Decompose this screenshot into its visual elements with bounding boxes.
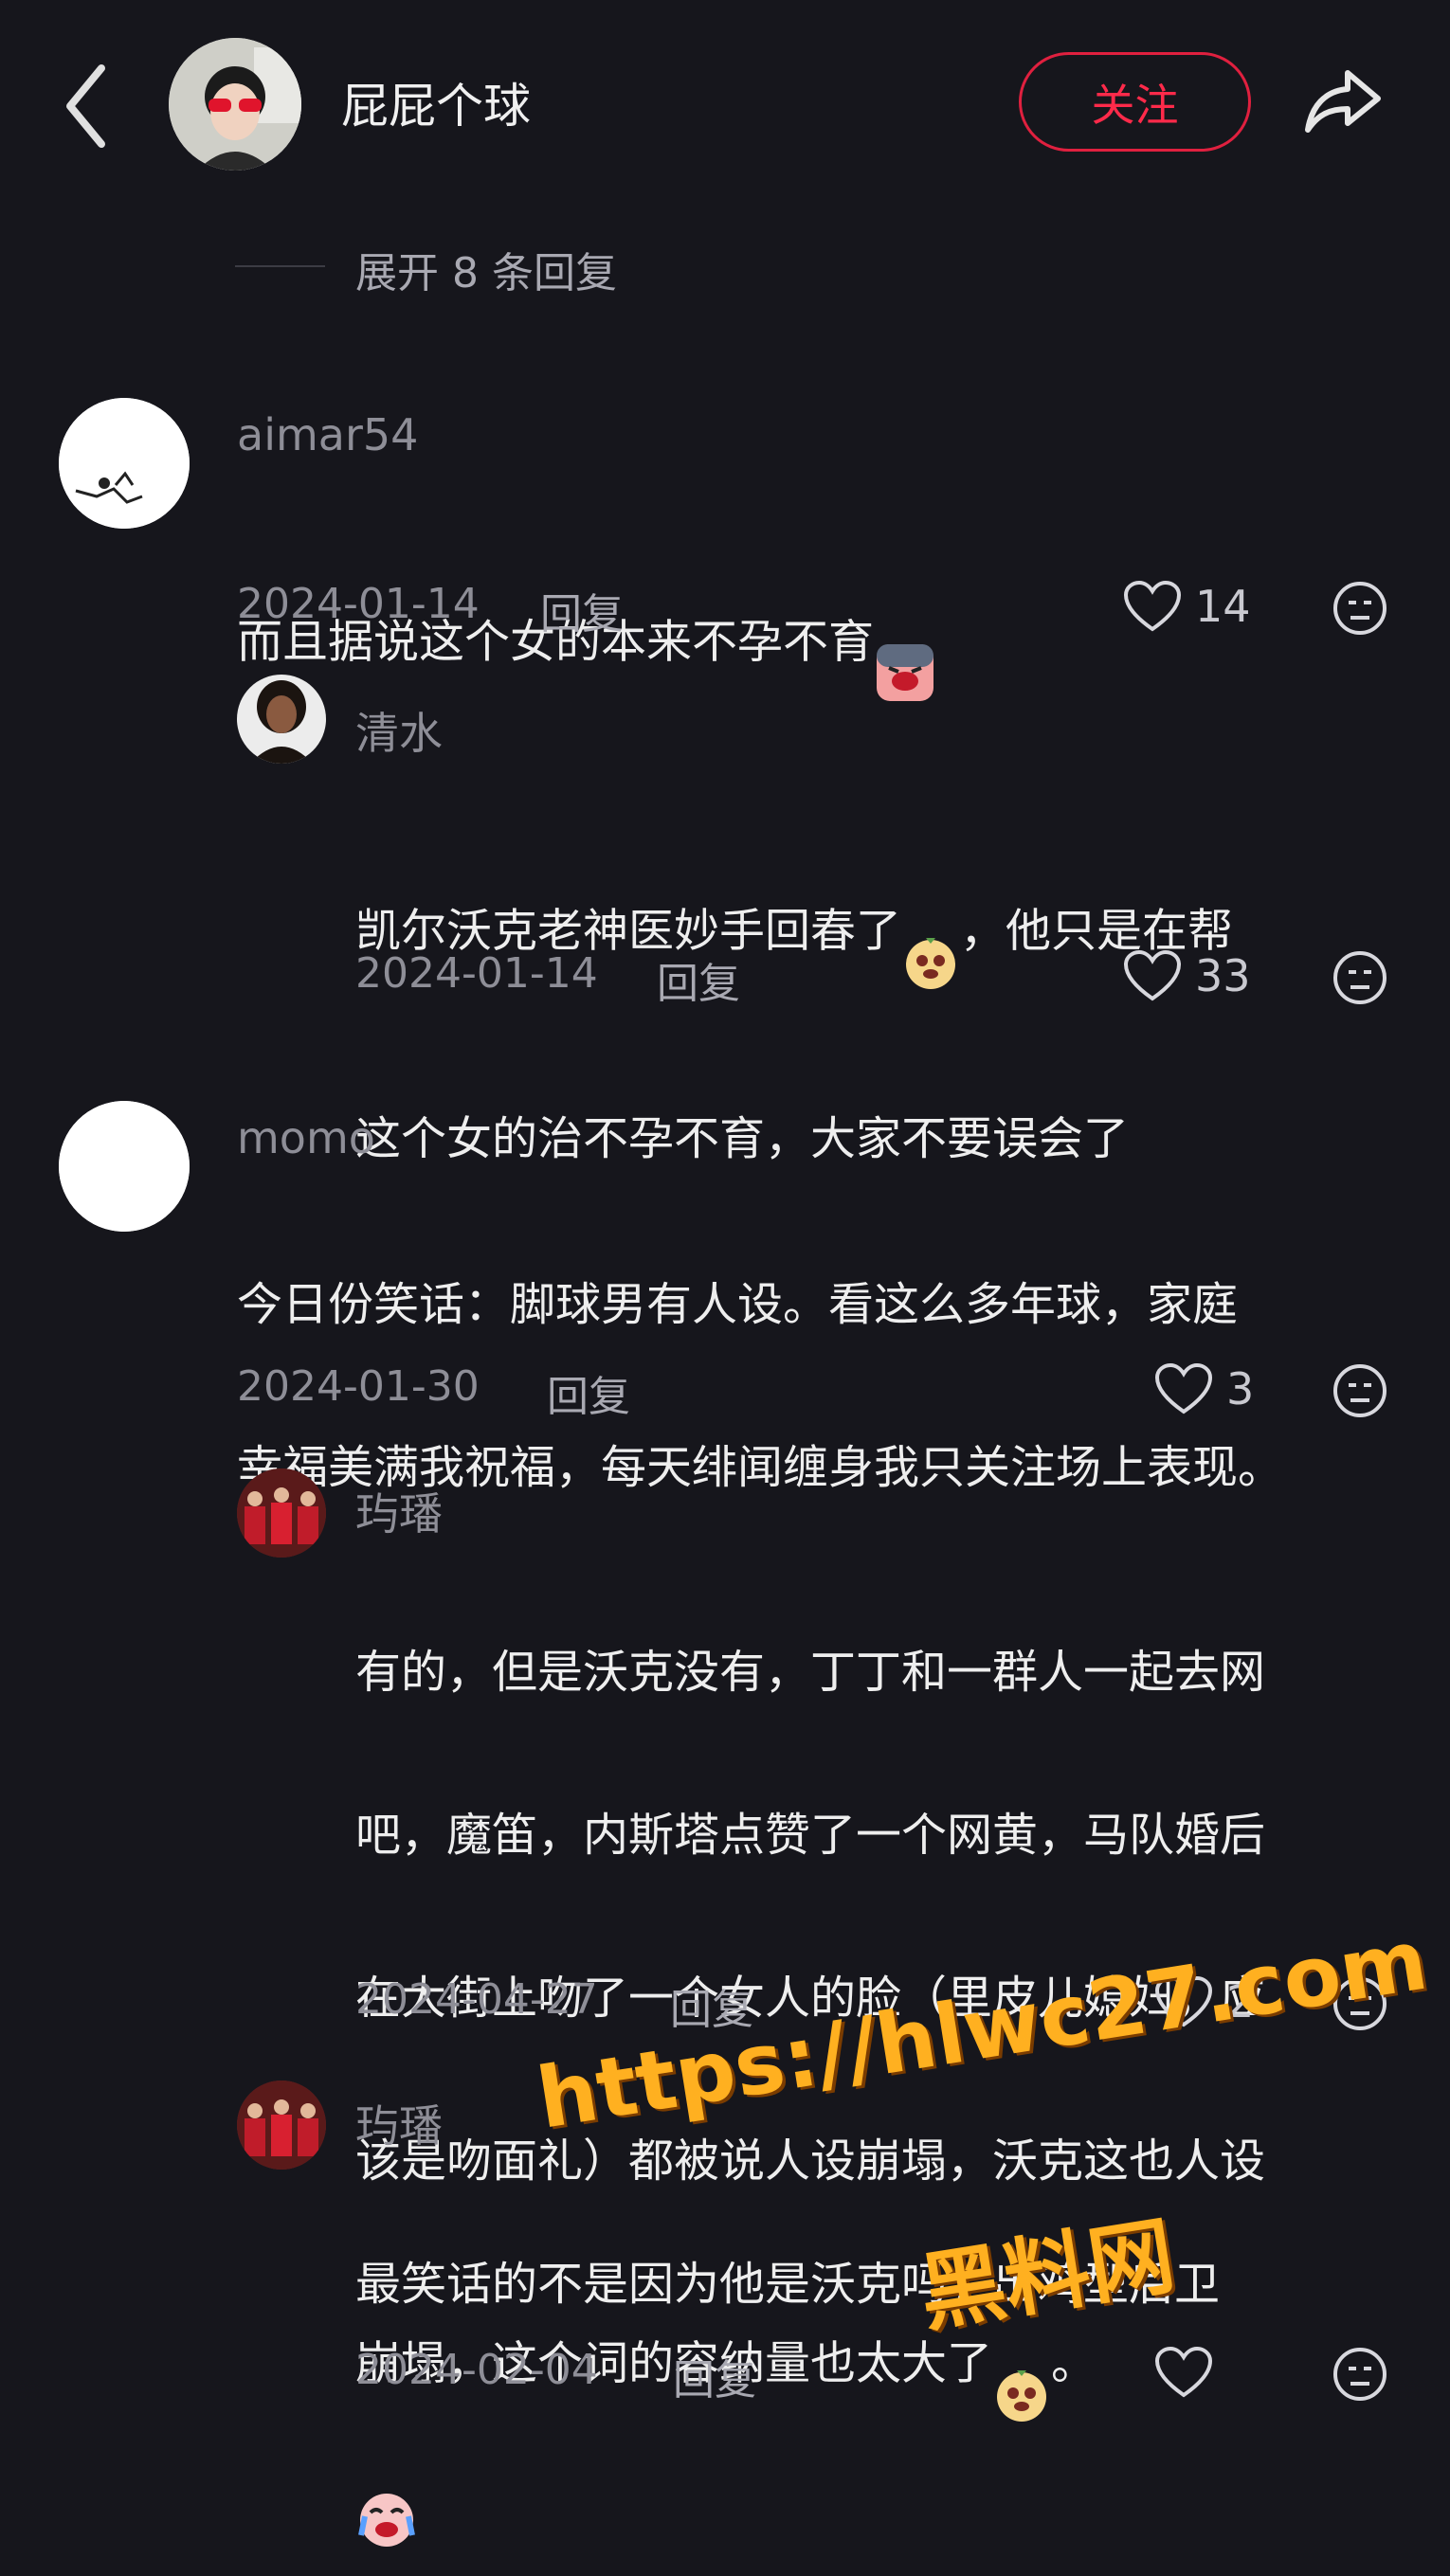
like-button[interactable]: 14 [1123, 580, 1251, 633]
author-avatar[interactable] [169, 38, 301, 171]
reply-button[interactable]: 回复 [540, 580, 624, 640]
follow-button[interactable]: 关注 [1019, 52, 1251, 152]
blank-avatar-icon [59, 1101, 190, 1232]
heart-icon [1123, 949, 1182, 1001]
woman-portrait-icon [237, 675, 326, 764]
comment-text: 今日份笑话：脚球男有人设。看这么多年球，家庭 幸福美满我祝福，每天绯闻缠身我只关… [237, 1182, 1283, 1508]
like-count: 33 [1195, 950, 1251, 1001]
dog-face-icon [901, 851, 960, 1017]
avatar[interactable] [59, 398, 190, 529]
meh-face-icon [1333, 1364, 1387, 1417]
comment-text-line: 吧，魔笛，内斯塔点赞了一个网黄，马队婚后 [355, 1809, 1266, 1862]
heart-icon [1154, 2346, 1213, 2398]
chevron-left-icon [66, 64, 105, 148]
reply-button[interactable]: 回复 [657, 949, 740, 1010]
comment-username[interactable]: aimar54 [237, 409, 418, 460]
sketch-figure-icon [59, 398, 190, 529]
share-arrow-icon [1305, 70, 1381, 133]
like-button[interactable]: 3 [1154, 1362, 1254, 1415]
person-photo-icon [169, 38, 301, 171]
expand-replies-link[interactable]: 展开 8 条回复 [355, 239, 617, 299]
comment-username[interactable]: 玙璠 [355, 1480, 443, 1542]
reply-button[interactable]: 回复 [547, 1362, 630, 1423]
crying-face-icon [874, 560, 936, 730]
avatar[interactable] [237, 1468, 326, 1558]
avatar[interactable] [237, 2081, 326, 2170]
dislike-button[interactable] [1332, 949, 1388, 1006]
avatar[interactable] [59, 1101, 190, 1232]
reply-button[interactable]: 回复 [673, 2346, 756, 2406]
comment-date: 2024-01-14 [355, 949, 598, 998]
comment-date: 2024-04-27 [355, 1975, 598, 2024]
meh-face-icon [1333, 582, 1387, 635]
comment-username[interactable]: momo [237, 1112, 375, 1163]
like-count: 3 [1226, 1363, 1255, 1414]
dislike-button[interactable] [1332, 580, 1388, 637]
back-button[interactable] [59, 59, 116, 153]
comment-text-line: 这个女的治不孕不育，大家不要误会了 [355, 1112, 1130, 1165]
meh-face-icon [1333, 951, 1387, 1004]
comment-username[interactable]: 清水 [355, 699, 443, 762]
comment-date: 2024-01-14 [237, 580, 480, 628]
meh-face-icon [1333, 2348, 1387, 2401]
dislike-button[interactable] [1332, 1362, 1388, 1419]
comment-username[interactable]: 玙璠 [355, 2092, 443, 2154]
heart-icon [1123, 580, 1182, 632]
heart-icon [1154, 1362, 1213, 1414]
comment-text-line: 有的，但是沃克没有，丁丁和一群人一起去网 [355, 1646, 1266, 1699]
comment-date: 2024-02-04 [355, 2346, 598, 2394]
comment-text-line: 今日份笑话：脚球男有人设。看这么多年球，家庭 [237, 1278, 1239, 1331]
team-photo-icon [237, 1468, 326, 1558]
like-button[interactable]: 33 [1123, 949, 1251, 1002]
dislike-button[interactable] [1332, 2346, 1388, 2403]
team-photo-icon [237, 2081, 326, 2170]
author-name[interactable]: 屁屁个球 [341, 68, 531, 136]
share-button[interactable] [1300, 59, 1386, 144]
comment-date: 2024-01-30 [237, 1362, 480, 1411]
avatar[interactable] [237, 675, 326, 764]
like-count: 14 [1195, 581, 1251, 632]
divider [235, 265, 325, 267]
like-button[interactable] [1154, 2346, 1213, 2399]
crying-laugh-icon [355, 2406, 418, 2576]
